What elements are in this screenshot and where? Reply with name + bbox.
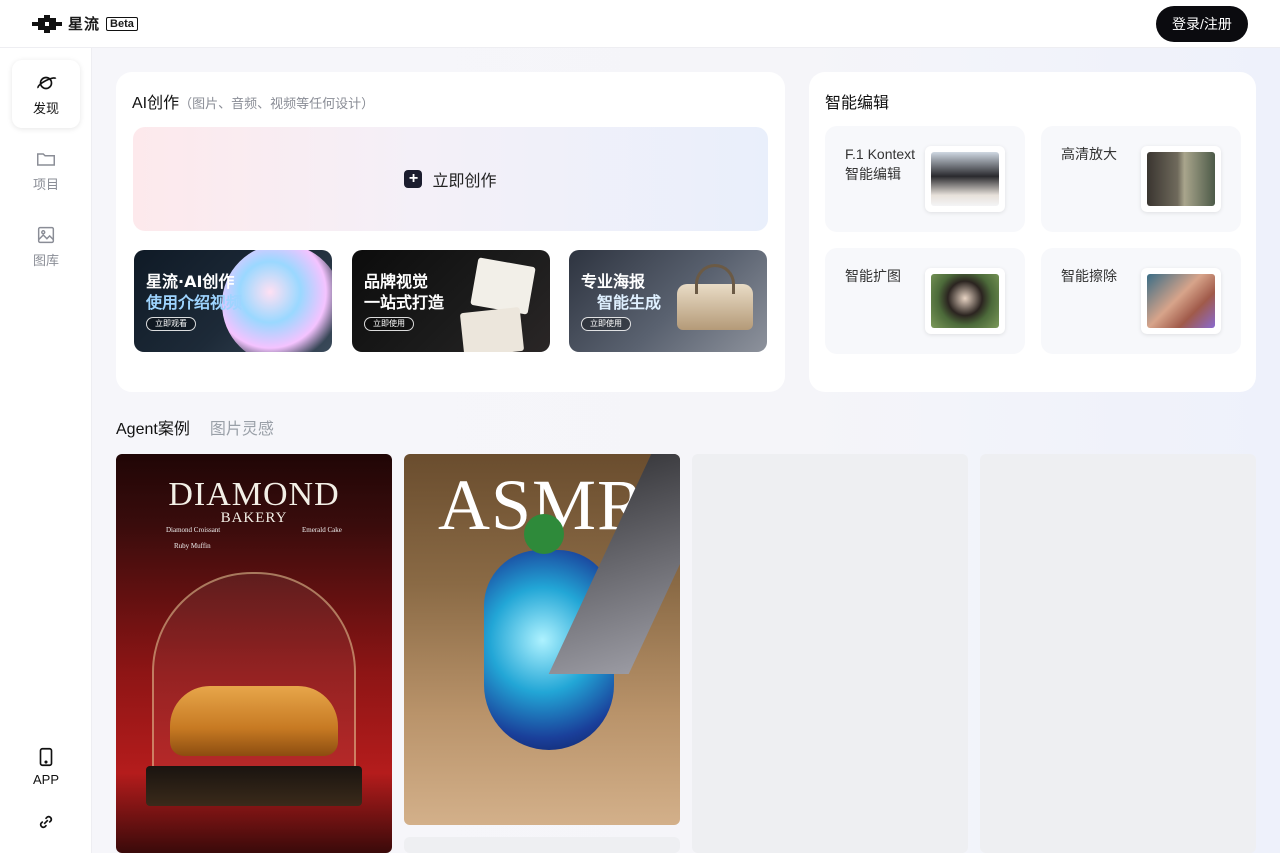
ai-create-subtitle: （图片、音频、视频等任何设计） xyxy=(179,96,375,111)
gallery-item-asmr[interactable]: ASMR xyxy=(404,454,680,825)
logo-mark-icon xyxy=(32,14,62,33)
banner-brand-visual[interactable]: 品牌视觉 一站式打造 立即使用 xyxy=(352,250,550,352)
tool-kontext-edit[interactable]: F.1 Kontext 智能编辑 xyxy=(825,126,1025,232)
main-content: AI创作 （图片、音频、视频等任何设计） + 立即创作 星流·AI创作 使用介绍… xyxy=(92,48,1280,853)
login-register-button[interactable]: 登录/注册 xyxy=(1156,5,1248,42)
left-sidebar: 发现 项目 图库 APP xyxy=(0,48,92,853)
sidebar-item-label: 项目 xyxy=(32,176,59,192)
sidebar-item-label: 发现 xyxy=(32,100,59,116)
upscale-thumbnail xyxy=(1141,146,1221,212)
peach-box-image-2 xyxy=(459,306,525,352)
banner-line2: 使用介绍视频 xyxy=(146,293,243,312)
link-icon xyxy=(39,815,53,829)
menu-item-left2: Ruby Muffin xyxy=(174,542,211,550)
erase-thumbnail xyxy=(1141,268,1221,334)
image-icon xyxy=(37,226,55,243)
top-header: 星流 Beta 登录/注册 xyxy=(0,0,1280,48)
pedestal xyxy=(146,766,362,806)
tool-outpaint[interactable]: 智能扩图 xyxy=(825,248,1025,354)
poster-title: DIAMOND xyxy=(168,476,340,513)
tool-label-line2: 智能编辑 xyxy=(845,166,901,182)
menu-item-right: Emerald Cake xyxy=(302,526,342,534)
planet-icon xyxy=(37,76,57,89)
tab-image-inspiration[interactable]: 图片灵感 xyxy=(210,415,274,439)
banner-button[interactable]: 立即使用 xyxy=(364,317,414,331)
ai-create-title: AI创作 xyxy=(132,95,180,112)
beta-badge: Beta xyxy=(106,16,138,31)
banner-button[interactable]: 立即使用 xyxy=(581,317,631,331)
sidebar-item-link[interactable] xyxy=(12,800,80,844)
tool-label-line1: 智能擦除 xyxy=(1061,268,1117,284)
banner-intro-video[interactable]: 星流·AI创作 使用介绍视频 立即观看 xyxy=(134,250,332,352)
tool-label-line1: 高清放大 xyxy=(1061,146,1117,162)
smart-edit-card: 智能编辑 F.1 Kontext 智能编辑 高清放大 智能扩图 智能擦除 xyxy=(809,72,1256,392)
tool-label: 高清放大 xyxy=(1061,144,1117,164)
brand-logo[interactable]: 星流 Beta xyxy=(32,13,138,34)
gallery-item-placeholder[interactable] xyxy=(980,454,1256,853)
outpaint-thumbnail xyxy=(925,268,1005,334)
croissant-image xyxy=(170,686,338,756)
tool-erase[interactable]: 智能擦除 xyxy=(1041,248,1241,354)
kontext-thumbnail xyxy=(925,146,1005,212)
peach-box-image xyxy=(470,257,536,315)
gallery-item-diamond-bakery[interactable]: DIAMOND BAKERY Diamond Croissant Emerald… xyxy=(116,454,392,853)
strawberry-leaves xyxy=(524,514,564,554)
handbag-handle xyxy=(695,264,735,294)
gallery-item-placeholder[interactable] xyxy=(692,454,968,853)
sidebar-app-label: APP xyxy=(32,771,59,787)
tool-label: 智能扩图 xyxy=(845,266,901,286)
create-now-button[interactable]: + 立即创作 xyxy=(133,127,768,231)
tool-label: F.1 Kontext 智能编辑 xyxy=(845,144,915,184)
tool-label: 智能擦除 xyxy=(1061,266,1117,286)
banner-line2: 智能生成 xyxy=(597,293,662,312)
banner-button[interactable]: 立即观看 xyxy=(146,317,196,331)
tablet-icon xyxy=(39,747,53,766)
glass-dome xyxy=(152,572,356,792)
plus-icon: + xyxy=(404,170,423,188)
sidebar-item-label: 图库 xyxy=(32,252,59,268)
brand-name: 星流 xyxy=(68,16,101,33)
ai-create-card: AI创作 （图片、音频、视频等任何设计） + 立即创作 星流·AI创作 使用介绍… xyxy=(116,72,785,392)
tab-agent-cases[interactable]: Agent案例 xyxy=(116,415,190,439)
sidebar-item-gallery[interactable]: 图库 xyxy=(12,212,80,280)
sidebar-item-app[interactable]: APP xyxy=(12,732,80,800)
banner-poster[interactable]: 专业海报 智能生成 立即使用 xyxy=(569,250,767,352)
sidebar-item-discover[interactable]: 发现 xyxy=(12,60,80,128)
folder-icon xyxy=(37,152,55,166)
gallery-tabs: Agent案例 图片灵感 xyxy=(116,415,274,439)
smart-edit-title: 智能编辑 xyxy=(825,95,890,112)
tool-label-line1: F.1 Kontext xyxy=(845,146,916,162)
tool-hd-upscale[interactable]: 高清放大 xyxy=(1041,126,1241,232)
create-now-label: 立即创作 xyxy=(432,173,497,190)
menu-item-left: Diamond Croissant xyxy=(166,526,221,534)
poster-subtitle: BAKERY xyxy=(220,510,288,526)
banner-line2: 一站式打造 xyxy=(364,293,445,312)
gallery-item-placeholder[interactable] xyxy=(404,837,680,853)
sidebar-item-projects[interactable]: 项目 xyxy=(12,136,80,204)
tool-label-line1: 智能扩图 xyxy=(845,268,901,284)
